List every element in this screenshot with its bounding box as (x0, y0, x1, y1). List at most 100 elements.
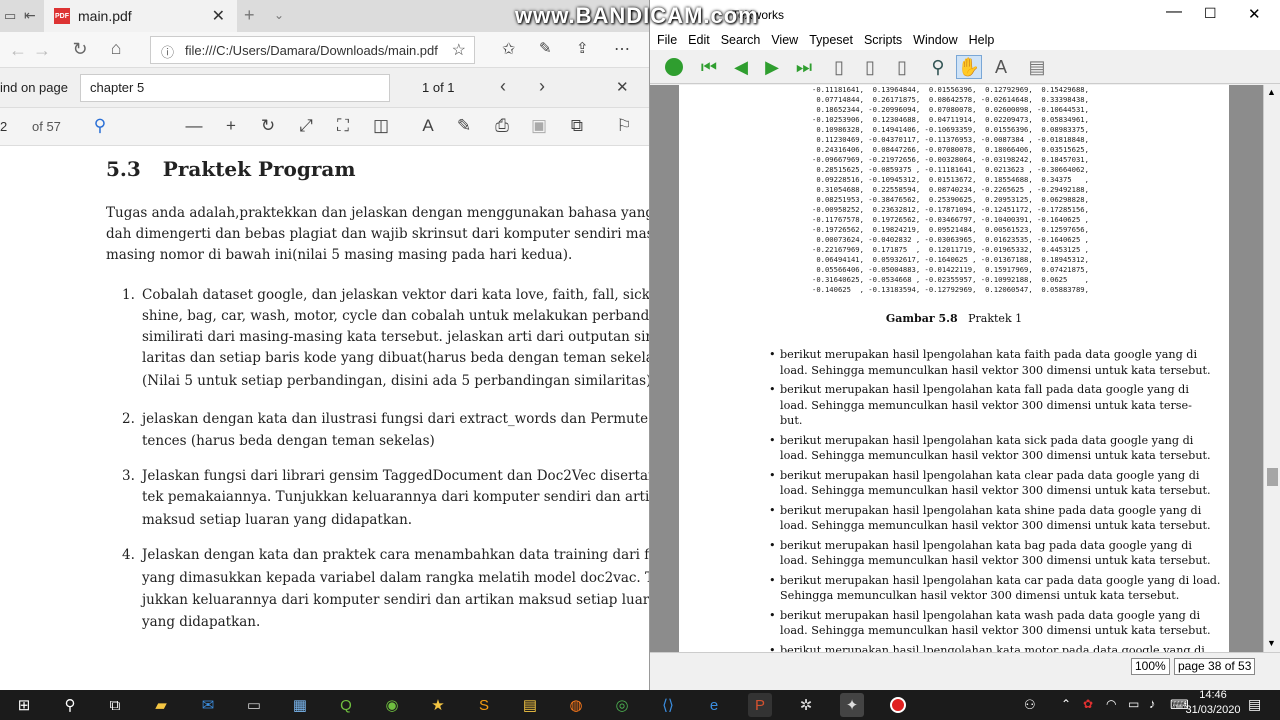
fit-page-icon[interactable]: ⤢ (294, 116, 318, 136)
search-icon[interactable]: ⚲ (58, 693, 82, 717)
page-view-icon[interactable]: ◫ (369, 116, 393, 136)
clock-date[interactable]: 31/03/2020 (1184, 704, 1242, 716)
taskbar: ⊞ ⚲ ⧉ ▰ ✉ ▭ ▦ Q ◉ ★ S ▤ ◍ ◎ ⟨⟩ e P ✲ ✦ ⚇… (0, 689, 1280, 720)
pin-toolbar-icon[interactable]: ⚐ (612, 116, 636, 136)
tab-actions-icon[interactable]: ▭ (4, 8, 16, 24)
show-hidden-icons-chevron-icon[interactable]: ⌃ (1061, 697, 1071, 711)
menu-scripts[interactable]: Scripts (864, 33, 902, 47)
page-number-input[interactable]: 2 (0, 119, 7, 134)
menu-edit[interactable]: Edit (688, 33, 710, 47)
scroll-up-icon[interactable]: ▲ (1267, 87, 1276, 97)
pdf-preview-area[interactable]: -0.11181641, 0.13964844, 0.01556396, 0.1… (650, 85, 1263, 652)
menu-help[interactable]: Help (969, 33, 995, 47)
file-explorer-icon[interactable]: ▰ (149, 693, 173, 717)
typeset-button[interactable] (661, 55, 687, 79)
star-app-icon[interactable]: ★ (426, 693, 450, 717)
battery-icon[interactable]: ▭ (1128, 697, 1139, 711)
gear-app-icon[interactable]: ✲ (794, 693, 818, 717)
terminal-icon[interactable]: ▭ (242, 693, 266, 717)
close-tab-icon[interactable]: ✕ (212, 6, 225, 26)
start-windows-icon[interactable]: ⊞ (12, 693, 36, 717)
chrome-icon[interactable]: ◎ (610, 693, 634, 717)
menu-search[interactable]: Search (721, 33, 761, 47)
last-page-icon[interactable]: ⏭ (791, 55, 817, 79)
address-input[interactable]: ⓘ file:///C:/Users/Damara/Downloads/main… (150, 36, 475, 64)
save-as-icon[interactable]: ⧉ (565, 116, 589, 136)
vertical-scrollbar[interactable]: ▲ ▼ (1263, 85, 1280, 652)
new-tab-icon[interactable]: + (244, 5, 255, 26)
clock-time[interactable]: 14:46 (1188, 689, 1238, 701)
read-aloud-icon[interactable]: A (416, 116, 440, 136)
tray-app-icon[interactable]: ✿ (1083, 697, 1093, 711)
select-text-icon[interactable]: A (988, 55, 1014, 79)
edge-browser-icon[interactable]: e (702, 693, 726, 717)
set-aside-tabs-icon[interactable]: ⇤ (24, 7, 36, 24)
favorites-icon[interactable]: ✩ (502, 39, 515, 59)
tab-preview-chevron-icon[interactable]: ⌄ (274, 8, 284, 22)
menu-typeset[interactable]: Typeset (809, 33, 853, 47)
menu-view[interactable]: View (771, 33, 798, 47)
caption-label: Gambar 5.8 (885, 312, 958, 325)
task-view-icon[interactable]: ⧉ (103, 693, 127, 717)
fit-window-icon[interactable]: ▯ (889, 55, 915, 79)
store-icon[interactable]: ▦ (288, 693, 312, 717)
maximize-icon[interactable]: ☐ (1204, 5, 1217, 22)
menu-window[interactable]: Window (913, 33, 957, 47)
zoom-level[interactable]: 100% (1131, 658, 1170, 675)
home-icon[interactable]: ⌂ (98, 38, 134, 59)
bandicam-record-icon[interactable] (886, 693, 910, 717)
first-page-icon[interactable]: ⏮ (696, 55, 722, 79)
scroll-down-icon[interactable]: ▼ (1267, 638, 1276, 648)
menu-file[interactable]: File (657, 33, 677, 47)
volume-icon[interactable]: ♪ (1149, 696, 1156, 711)
share-icon[interactable]: ⇪ (576, 39, 589, 57)
info-icon[interactable]: ⓘ (161, 42, 174, 61)
sublime-icon[interactable]: S (472, 693, 496, 717)
hand-tool-icon[interactable]: ✋ (956, 55, 982, 79)
magnify-icon[interactable]: ⚲ (925, 55, 951, 79)
fit-width-icon[interactable]: ▯ (857, 55, 883, 79)
previous-page-icon[interactable]: ◀ (728, 55, 754, 79)
tab-main-pdf[interactable]: PDF main.pdf ✕ (44, 0, 237, 32)
actual-size-icon[interactable]: ▯ (826, 55, 852, 79)
draw-icon[interactable]: ✎ (452, 116, 476, 136)
print-icon[interactable]: ⎙ (490, 116, 514, 136)
bullet-line: load. Sehingga memunculkan hasil vektor … (780, 363, 1211, 377)
full-screen-icon[interactable]: ⛶ (331, 116, 355, 136)
texworks-taskbar-icon[interactable]: ✦ (840, 693, 864, 717)
zoom-in-icon[interactable]: + (219, 116, 243, 136)
minimize-icon[interactable]: — (1166, 3, 1182, 21)
notes-pen-icon[interactable]: ✎ (539, 39, 552, 57)
scroll-thumb[interactable] (1267, 468, 1278, 486)
item-line: Jelaskan dengan kata dan praktek cara me… (142, 547, 650, 563)
select-image-icon[interactable]: ▤ (1024, 55, 1050, 79)
bullet-item: berikut merupakan hasil lpengolahan kata… (769, 433, 1211, 464)
app-globe-icon[interactable]: ◉ (380, 693, 404, 717)
action-center-icon[interactable]: ▤ (1248, 696, 1261, 713)
close-window-icon[interactable]: ✕ (1248, 5, 1261, 23)
find-previous-icon[interactable]: ‹ (500, 76, 506, 97)
qgis-icon[interactable]: Q (334, 693, 358, 717)
vscode-icon[interactable]: ⟨⟩ (656, 693, 680, 717)
item-line: Cobalah dataset google, dan jelaskan vek… (142, 287, 650, 303)
close-find-icon[interactable]: ✕ (616, 78, 629, 96)
next-page-icon[interactable]: ▶ (759, 55, 785, 79)
favorite-star-icon[interactable]: ☆ (452, 40, 466, 60)
more-icon[interactable]: ⋯ (614, 39, 630, 59)
zoom-out-icon[interactable]: — (182, 116, 206, 136)
powerpoint-icon[interactable]: P (748, 693, 772, 717)
rotate-icon[interactable]: ↻ (256, 116, 280, 136)
wifi-icon[interactable]: ◠ (1106, 697, 1116, 711)
refresh-icon[interactable]: ↻ (62, 39, 98, 60)
save-icon[interactable]: ▣ (527, 116, 551, 136)
find-input[interactable]: chapter 5 (80, 74, 390, 102)
forward-icon[interactable]: → (24, 40, 60, 61)
search-icon[interactable]: ⚲ (88, 116, 112, 136)
folder-app-icon[interactable]: ▤ (518, 693, 542, 717)
people-icon[interactable]: ⚇ (1024, 697, 1036, 713)
bullet-item: berikut merupakan hasil lpengolahan kata… (769, 503, 1211, 534)
firefox-icon[interactable]: ◍ (564, 693, 588, 717)
find-next-icon[interactable]: › (539, 76, 545, 97)
mail-icon[interactable]: ✉ (196, 693, 220, 717)
address-bar-row: ← → ↻ ⌂ ⓘ file:///C:/Users/Damara/Downlo… (0, 32, 649, 68)
